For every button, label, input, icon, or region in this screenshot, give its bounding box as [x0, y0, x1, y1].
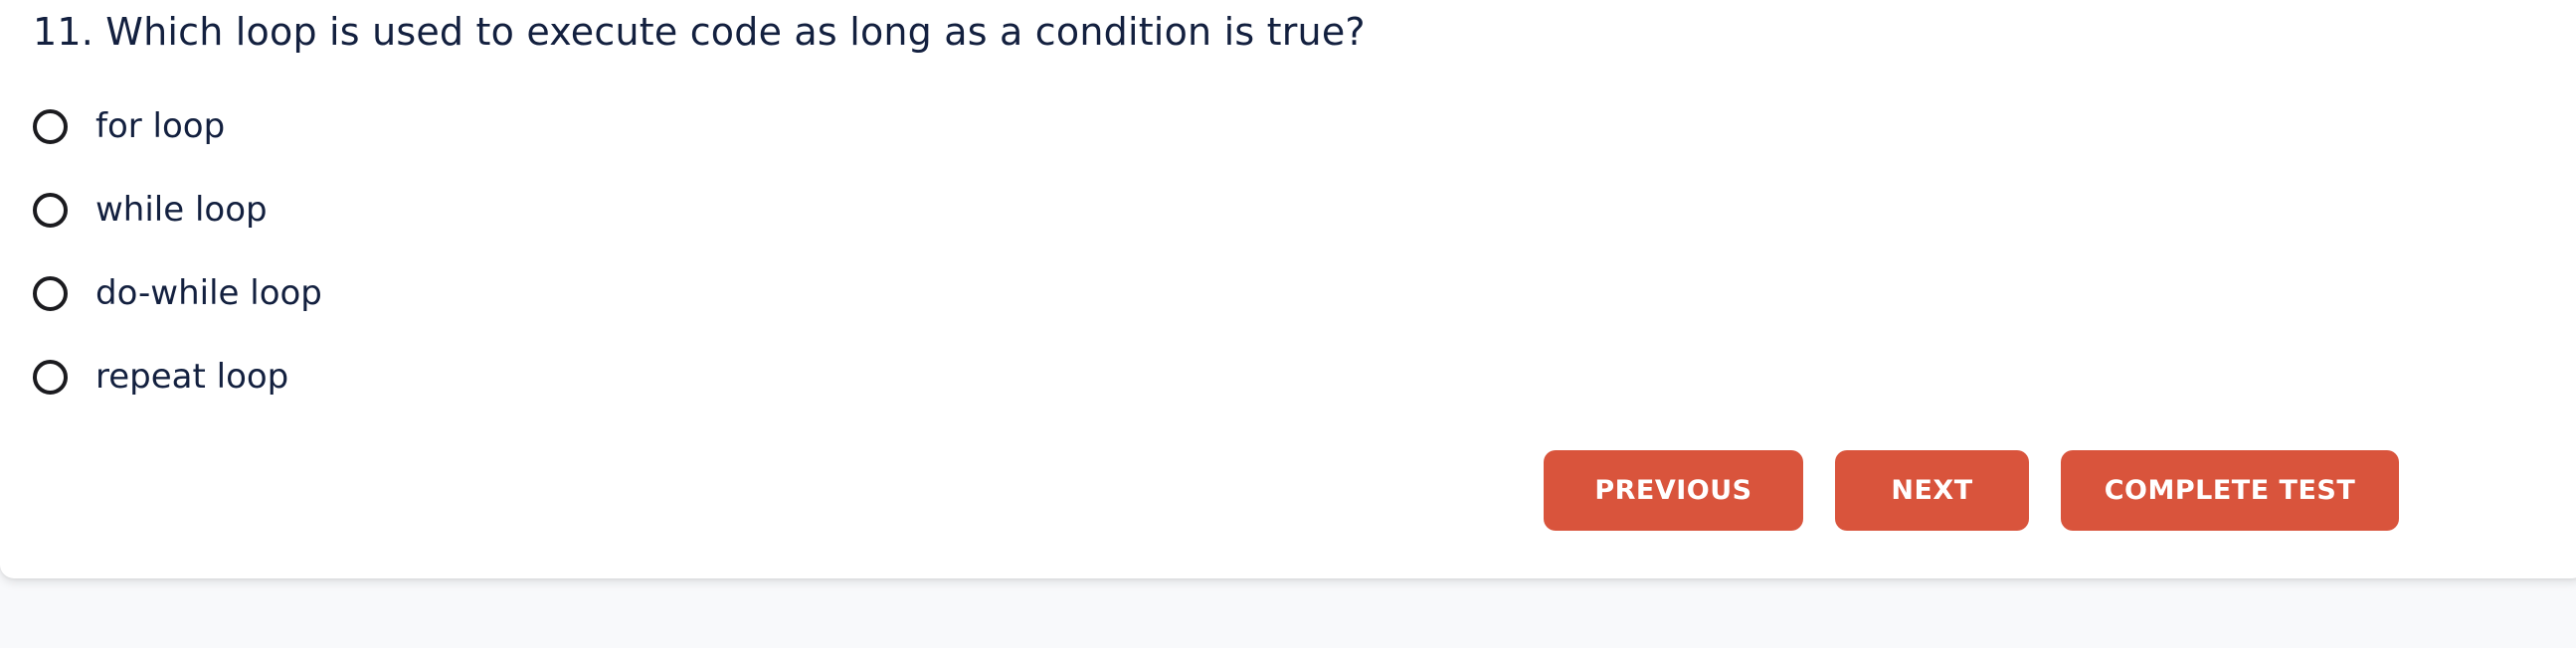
option-label: repeat loop: [95, 357, 289, 397]
answer-options: for loop while loop do-while loop repeat…: [33, 101, 322, 435]
option-while-loop[interactable]: while loop: [33, 185, 322, 235]
option-label: while loop: [95, 190, 268, 230]
radio-button[interactable]: [33, 275, 68, 311]
option-for-loop[interactable]: for loop: [33, 101, 322, 151]
next-button[interactable]: NEXT: [1835, 450, 2029, 531]
radio-button[interactable]: [33, 359, 68, 395]
radio-button[interactable]: [33, 192, 68, 228]
option-repeat-loop[interactable]: repeat loop: [33, 352, 322, 402]
complete-test-button[interactable]: COMPLETE TEST: [2061, 450, 2399, 531]
option-do-while-loop[interactable]: do-while loop: [33, 268, 322, 318]
question-card: 11. Which loop is used to execute code a…: [0, 0, 2576, 578]
option-label: do-while loop: [95, 273, 322, 313]
previous-button[interactable]: PREVIOUS: [1544, 450, 1803, 531]
radio-button[interactable]: [33, 108, 68, 144]
navigation-actions: PREVIOUS NEXT COMPLETE TEST: [1544, 450, 2399, 531]
question-title: 11. Which loop is used to execute code a…: [33, 10, 1366, 54]
option-label: for loop: [95, 106, 226, 146]
